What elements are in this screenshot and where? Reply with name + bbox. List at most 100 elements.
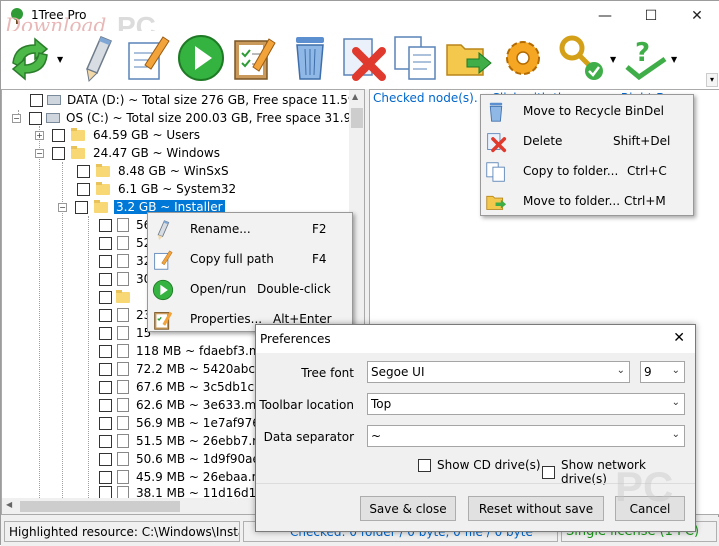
file-icon: [117, 218, 129, 232]
folder-checkbox[interactable]: [75, 200, 88, 214]
show-cd-option[interactable]: Show CD drive(s): [418, 458, 541, 472]
drive-checkbox[interactable]: [29, 111, 42, 125]
tree-folder-row[interactable]: 8.48 GB ~ WinSxS: [77, 162, 229, 180]
menu-item-recycle[interactable]: Move to Recycle Bin Del: [481, 96, 693, 126]
tree-folder-row[interactable]: [99, 288, 132, 306]
file-checkbox[interactable]: [99, 452, 112, 466]
file-checkbox[interactable]: [99, 326, 112, 340]
tree-file-row[interactable]: 72.2 MB ~ 5420abc.msi: [99, 360, 280, 378]
drive-icon: [46, 113, 60, 123]
file-checkbox[interactable]: [99, 398, 112, 412]
file-checkbox[interactable]: [99, 236, 112, 250]
data-separator-value: ~: [371, 429, 382, 443]
file-label: 118 MB ~ fdaebf3.msi: [136, 344, 271, 358]
recycle-button[interactable]: [285, 33, 337, 87]
file-checkbox[interactable]: [99, 416, 112, 430]
tree-folder-row[interactable]: + 64.59 GB ~ Users: [35, 126, 200, 144]
menu-item-copy-to-folder[interactable]: Copy to folder... Ctrl+C: [481, 156, 693, 186]
menu-item-delete[interactable]: Delete Shift+Del: [481, 126, 693, 156]
show-cd-checkbox[interactable]: [418, 458, 431, 472]
scroll-left-arrow[interactable]: ◀: [6, 500, 12, 509]
drive-checkbox[interactable]: [30, 93, 43, 107]
toolbar-location-select[interactable]: Top ⌄: [367, 393, 685, 415]
file-checkbox[interactable]: [99, 308, 112, 322]
tree-file-row[interactable]: 51.5 MB ~ 26ebb7.msi: [99, 432, 273, 450]
rename-button[interactable]: [123, 33, 175, 87]
recycle-bin-icon: [489, 102, 503, 122]
maximize-button[interactable]: ☐: [628, 1, 674, 31]
data-separator-label: Data separator: [263, 430, 354, 444]
file-icon: [117, 486, 129, 498]
close-button[interactable]: ✕: [674, 1, 719, 31]
scroll-up-arrow[interactable]: ▲: [352, 92, 358, 101]
tree-font-select[interactable]: Segoe UI ⌄: [367, 361, 630, 383]
file-checkbox[interactable]: [99, 218, 112, 232]
tree-folder-row[interactable]: 6.1 GB ~ System32: [77, 180, 236, 198]
file-checkbox[interactable]: [99, 362, 112, 376]
menu-item-move-to-folder[interactable]: Move to folder... Ctrl+M: [481, 186, 693, 216]
tree-file-row[interactable]: 67.6 MB ~ 3c5db1c.msi: [99, 378, 279, 396]
toolbar-overflow-button[interactable]: ▾: [706, 73, 718, 87]
dialog-close-button[interactable]: ✕: [673, 330, 685, 346]
folder-checkbox[interactable]: [52, 128, 65, 142]
file-checkbox[interactable]: [99, 434, 112, 448]
tree-file-row[interactable]: 62.6 MB ~ 3e633.msi: [99, 396, 266, 414]
collapse-toggle[interactable]: −: [58, 202, 67, 212]
tree-file-row[interactable]: 52: [99, 234, 151, 252]
license-button[interactable]: [557, 33, 609, 87]
show-network-checkbox[interactable]: [542, 465, 555, 479]
refresh-button[interactable]: [5, 33, 57, 87]
folder-checkbox[interactable]: [77, 182, 90, 196]
file-checkbox[interactable]: [99, 344, 112, 358]
license-dropdown-arrow[interactable]: ▼: [610, 55, 616, 64]
file-checkbox[interactable]: [99, 254, 112, 268]
scroll-thumb[interactable]: [20, 501, 180, 512]
tree-file-row[interactable]: 32: [99, 252, 151, 270]
app-window: 1Tree Pro Download PC — ☐ ✕ ▼ ▼ ? ▼ ▾ DA…: [0, 0, 719, 546]
file-checkbox[interactable]: [99, 272, 112, 286]
dialog-title-bar: Preferences ✕: [256, 325, 695, 353]
refresh-icon: [11, 37, 49, 81]
refresh-dropdown-arrow[interactable]: ▼: [57, 55, 63, 64]
tree-file-row[interactable]: 56: [99, 216, 151, 234]
tree-file-row[interactable]: 45.9 MB ~ 26ebaa.msi: [99, 468, 273, 486]
minimize-button[interactable]: —: [582, 1, 628, 31]
settings-button[interactable]: [498, 33, 550, 87]
play-button[interactable]: [176, 33, 228, 87]
chevron-down-icon: ⌄: [671, 429, 680, 440]
copy-button[interactable]: [391, 33, 443, 87]
save-close-button[interactable]: Save & close: [360, 496, 456, 521]
font-size-select[interactable]: 9 ⌄: [640, 361, 685, 383]
tree-drive-row[interactable]: − OS (C:) ~ Total size 200.03 GB, Free s…: [12, 109, 364, 127]
file-checkbox[interactable]: [99, 380, 112, 394]
collapse-toggle[interactable]: −: [12, 113, 21, 123]
delete-button[interactable]: [338, 33, 390, 87]
properties-button[interactable]: [229, 33, 281, 87]
scroll-thumb[interactable]: [351, 108, 363, 128]
menu-item-open-run[interactable]: Open/run Double-click: [148, 274, 352, 304]
file-icon: [117, 308, 129, 322]
tree-file-row[interactable]: 23: [99, 306, 151, 324]
file-checkbox[interactable]: [99, 486, 112, 498]
move-button[interactable]: [443, 33, 495, 87]
help-button[interactable]: ?: [621, 33, 673, 87]
menu-item-copy-path[interactable]: Copy full path F4: [148, 244, 352, 274]
folder-checkbox[interactable]: [99, 290, 112, 304]
tree-file-row[interactable]: 118 MB ~ fdaebf3.msi: [99, 342, 270, 360]
folder-checkbox[interactable]: [77, 164, 90, 178]
collapse-toggle[interactable]: −: [35, 148, 44, 158]
file-checkbox[interactable]: [99, 470, 112, 484]
tree-file-row[interactable]: 15: [99, 324, 151, 342]
pencil-button[interactable]: [73, 33, 125, 87]
tree-folder-row[interactable]: − 24.47 GB ~ Windows: [35, 144, 220, 162]
reset-button[interactable]: Reset without save: [468, 496, 604, 521]
folder-checkbox[interactable]: [52, 146, 65, 160]
help-dropdown-arrow[interactable]: ▼: [671, 55, 677, 64]
pencil-icon: [86, 36, 112, 83]
menu-item-rename[interactable]: Rename... F2: [148, 214, 352, 244]
expand-toggle[interactable]: +: [35, 130, 44, 140]
tree-font-label: Tree font: [301, 366, 354, 380]
data-separator-select[interactable]: ~ ⌄: [367, 425, 685, 447]
tree-file-row[interactable]: 30: [99, 270, 151, 288]
tree-drive-row[interactable]: DATA (D:) ~ Total size 276 GB, Free spac…: [12, 91, 364, 109]
